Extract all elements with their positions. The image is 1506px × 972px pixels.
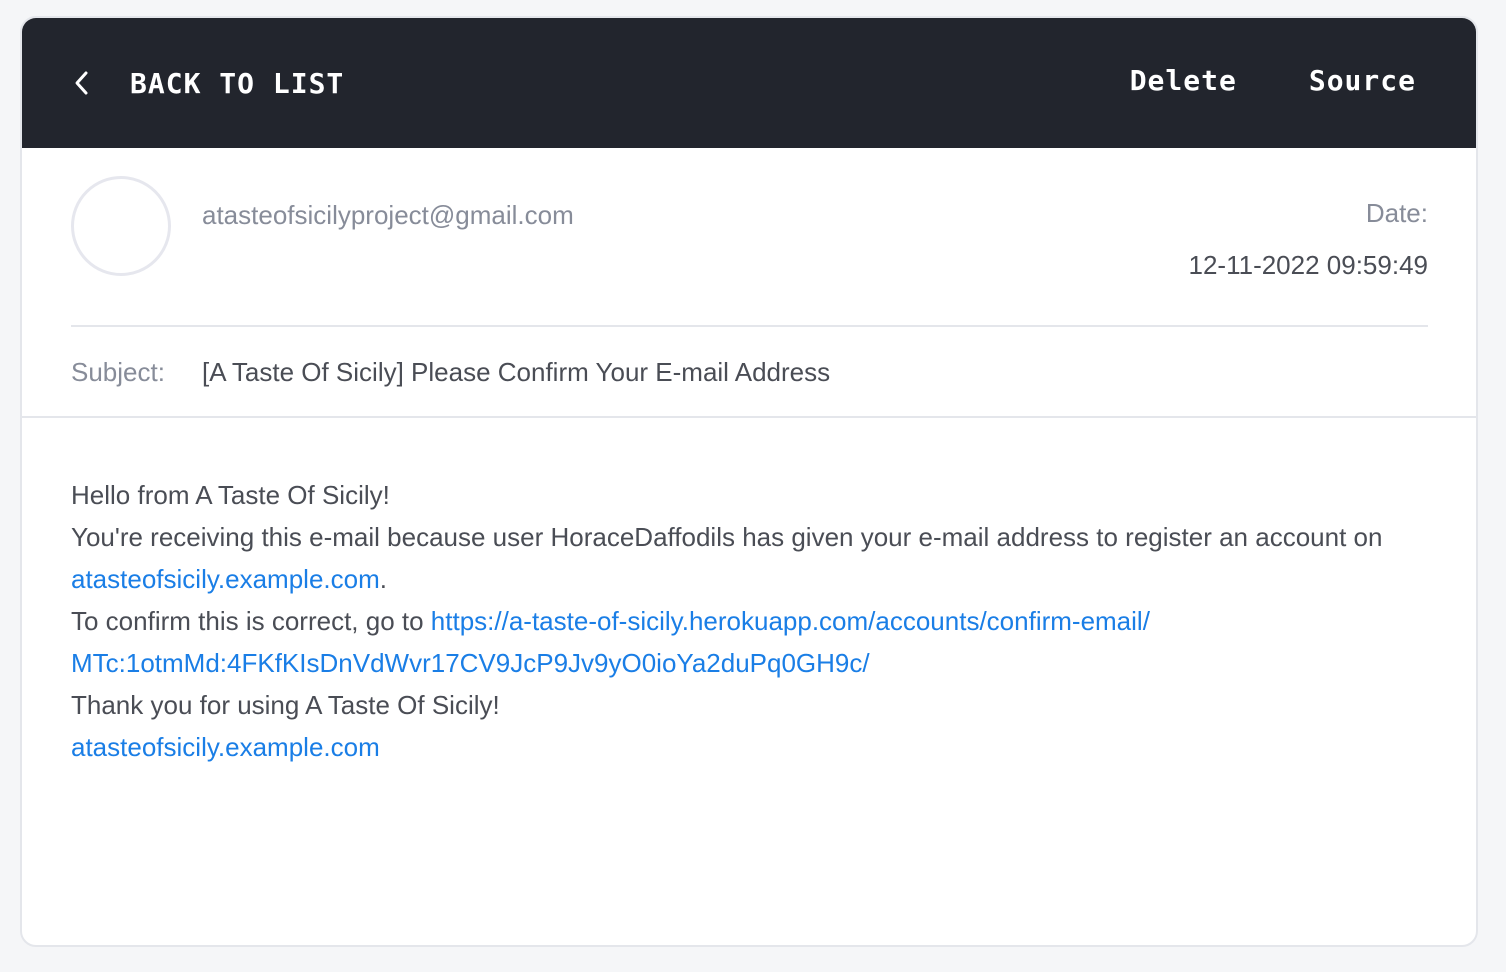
subject-value: [A Taste Of Sicily] Please Confirm Your … (202, 357, 831, 387)
confirm-paragraph: To confirm this is correct, go to https:… (71, 600, 1171, 684)
sender-email: atasteofsicilyproject@gmail.com (202, 200, 574, 230)
confirm-text: To confirm this is correct, go to (71, 606, 431, 636)
source-button[interactable]: Source (1309, 64, 1416, 97)
footer-site-link[interactable]: atasteofsicily.example.com (71, 732, 380, 762)
subject-label: Subject: (71, 357, 165, 387)
top-toolbar: BACK TO LIST Delete Source (22, 18, 1476, 148)
header-divider (71, 325, 1428, 327)
back-to-list-label: BACK TO LIST (130, 66, 345, 100)
registration-period: . (379, 564, 387, 594)
delete-button[interactable]: Delete (1130, 64, 1237, 97)
site-link[interactable]: atasteofsicily.example.com (71, 564, 380, 594)
avatar (71, 176, 171, 276)
date-value: 12-11-2022 09:59:49 (1188, 250, 1429, 280)
date-label: Date: (1365, 198, 1428, 228)
chevron-left-icon (72, 63, 112, 103)
greeting-line: Hello from A Taste Of Sicily! (71, 480, 390, 510)
registration-paragraph: You're receiving this e-mail because use… (71, 516, 1427, 600)
back-to-list-button[interactable]: BACK TO LIST (72, 63, 344, 103)
thanks-line: Thank you for using A Taste Of Sicily! (71, 690, 500, 720)
registration-text: You're receiving this e-mail because use… (71, 522, 1383, 552)
footer-link-line: atasteofsicily.example.com (71, 726, 1427, 768)
toolbar-actions: Delete Source (1130, 64, 1416, 97)
message-header: atasteofsicilyproject@gmail.com Date: 12… (22, 148, 1476, 418)
message-body: Hello from A Taste Of Sicily! You're rec… (22, 418, 1476, 768)
email-viewer-card: BACK TO LIST Delete Source atasteofsicil… (20, 16, 1478, 947)
